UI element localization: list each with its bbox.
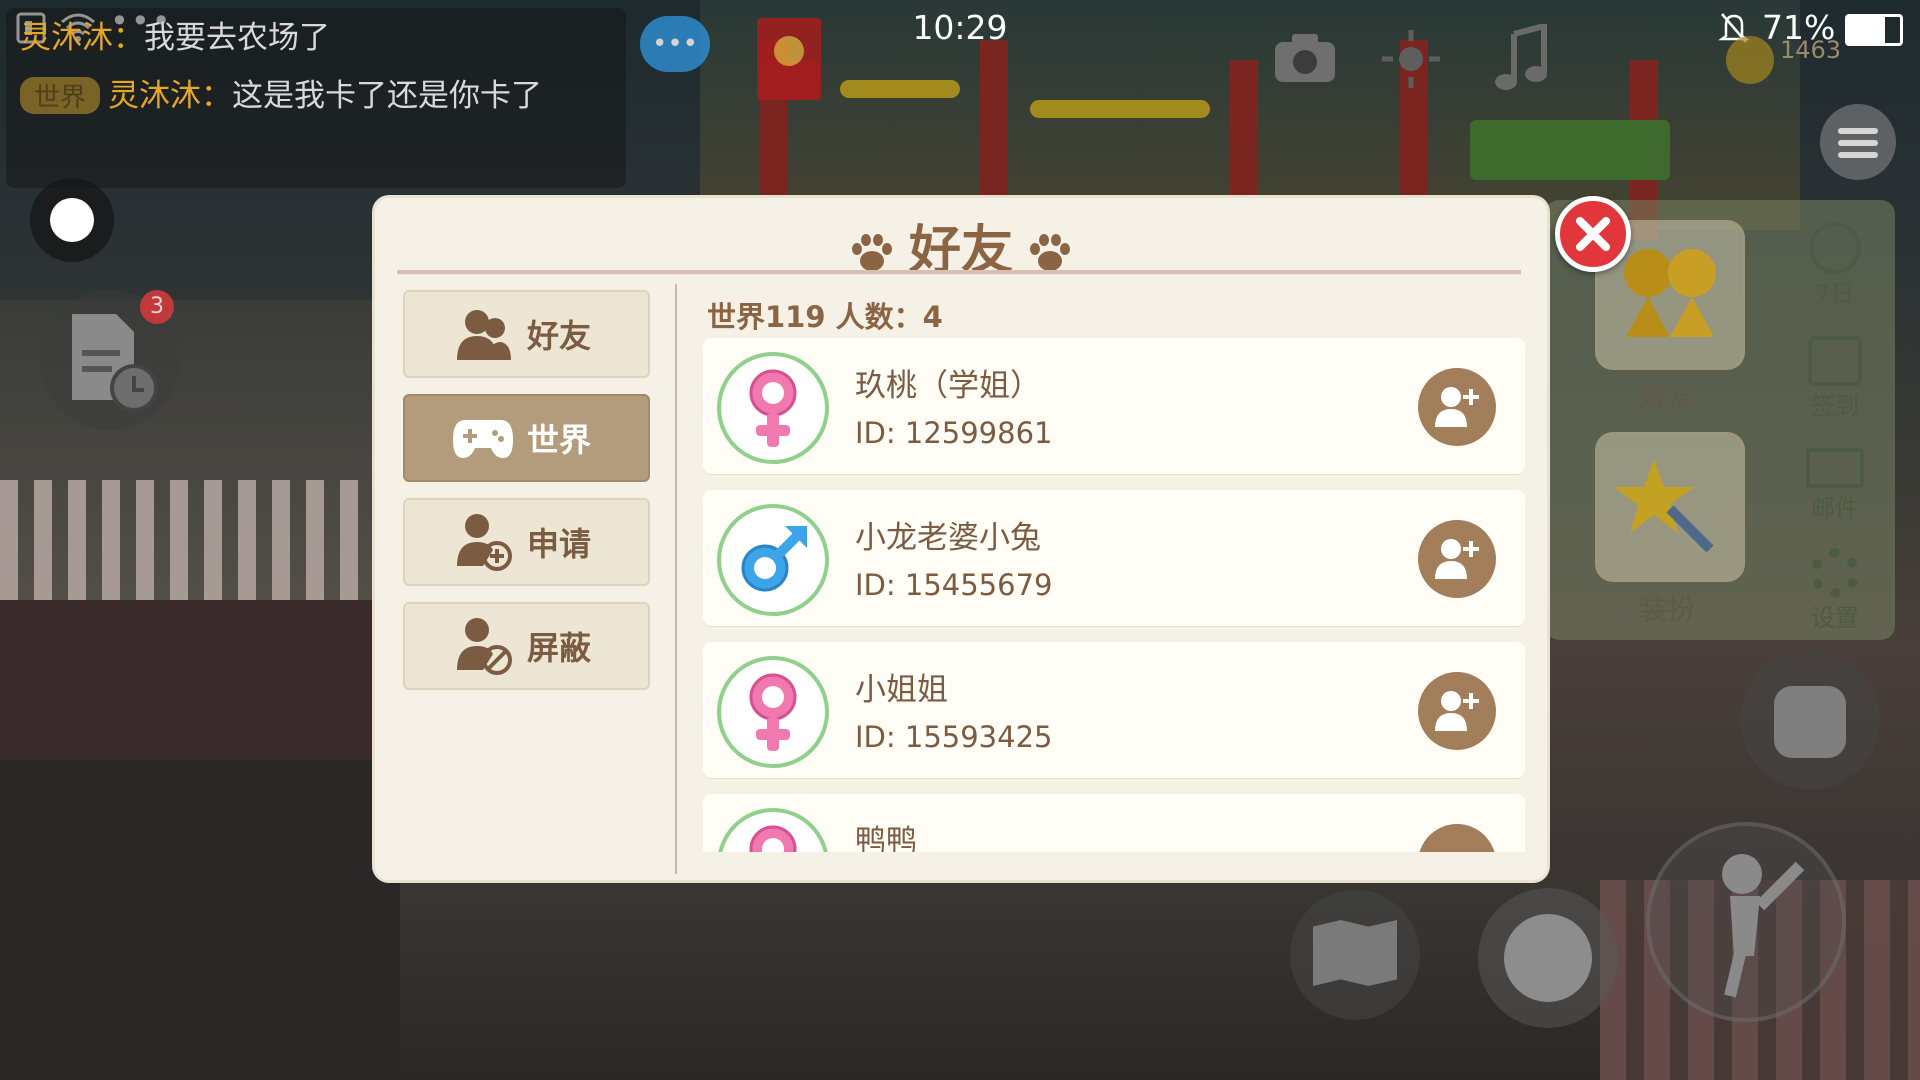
checkin-label: 签到 [1811, 392, 1859, 420]
chat-channel-tag: 世界 [20, 77, 101, 114]
player-id: ID: 12599861 [855, 416, 1053, 450]
map-button[interactable] [1290, 890, 1420, 1020]
tab-blocked-label: 屏蔽 [527, 629, 592, 667]
tab-blocked[interactable]: 屏蔽 [403, 602, 650, 690]
female-symbol-icon [749, 673, 797, 751]
close-icon [1576, 217, 1610, 251]
friends-card-label: 好友 [1638, 381, 1695, 414]
backpack-icon [1774, 686, 1846, 758]
seven-day-icon [1809, 222, 1861, 274]
female-symbol-icon [749, 369, 797, 447]
notification-badge: 3 [140, 290, 174, 324]
add-friend-button[interactable] [1418, 368, 1496, 446]
avatar [717, 504, 829, 616]
chat-bubble-icon[interactable]: ••• [640, 16, 710, 72]
menu-list-icon[interactable] [1820, 104, 1896, 180]
tab-world[interactable]: 世界 [403, 394, 650, 482]
title-divider [397, 270, 1521, 275]
jumping-figure-icon [1722, 854, 1805, 998]
paw-print-icon [851, 234, 892, 271]
jump-button[interactable] [1646, 822, 1846, 1022]
backpack-button[interactable] [1740, 650, 1880, 790]
dressup-card-label: 装扮 [1638, 593, 1695, 626]
add-friend-button[interactable] [1418, 672, 1496, 750]
player-row[interactable]: 小龙老婆小兔 ID: 15455679 [703, 490, 1525, 626]
add-friend-button[interactable] [1418, 824, 1496, 852]
coin-icon [1726, 36, 1774, 84]
seven-day-button[interactable]: 7日 [1780, 222, 1890, 309]
player-id: ID: 15593425 [855, 720, 1053, 754]
chat-panel[interactable]: 灵沐沐：我要去农场了 世界 灵沐沐：这是我卡了还是你卡了 [6, 8, 626, 188]
emote-button[interactable] [1478, 888, 1618, 1028]
male-symbol-icon [741, 526, 807, 592]
friends-figures-icon [1624, 249, 1716, 337]
player-name: 小姐姐 [855, 672, 948, 708]
battery-fill [1848, 17, 1885, 43]
paw-print-icon [1030, 234, 1070, 271]
add-request-icon [443, 512, 523, 572]
calendar-check-icon [1808, 336, 1862, 386]
status-time: 10:29 [912, 8, 1008, 47]
friends-dialog: 好友 好友 世界 申请 屏蔽 世界119 人数：4 玖桃（学姐） ID: 125… [375, 198, 1547, 880]
tab-friends-label: 好友 [527, 317, 592, 355]
player-list[interactable]: 玖桃（学姐） ID: 12599861 小龙老婆小兔 ID: 15455679 … [703, 338, 1525, 852]
tab-requests[interactable]: 申请 [403, 498, 650, 586]
player-name: 玖桃（学姐） [855, 368, 1041, 404]
sidebar-divider [675, 284, 677, 874]
player-name: 小龙老婆小兔 [855, 520, 1041, 556]
record-button[interactable] [30, 178, 114, 262]
add-friend-icon [1435, 387, 1479, 427]
camera-icon[interactable] [1272, 30, 1338, 86]
friends-icon [443, 304, 523, 364]
cat-face-icon [1504, 914, 1592, 1002]
player-row[interactable]: 小姐姐 ID: 15593425 [703, 642, 1525, 778]
player-row[interactable]: 鸭鸭 [703, 794, 1525, 852]
battery-icon [1845, 14, 1903, 46]
block-user-icon [443, 616, 523, 676]
task-list-button[interactable]: 3 [40, 290, 180, 430]
gamepad-icon [443, 408, 523, 468]
settings-label: 设置 [1811, 604, 1859, 632]
dialog-header: 好友 [375, 198, 1547, 281]
gear-icon [1810, 548, 1860, 598]
add-friend-button[interactable] [1418, 520, 1496, 598]
player-name: 鸭鸭 [855, 824, 917, 852]
list-header: 世界119 人数：4 [707, 300, 943, 334]
mail-button[interactable]: 邮件 [1780, 448, 1890, 523]
avatar [717, 808, 829, 852]
avatar [717, 656, 829, 768]
tab-requests-label: 申请 [527, 525, 592, 563]
add-friend-icon [1435, 691, 1479, 731]
chat-sender: 灵沐沐： [20, 20, 144, 56]
dressup-card[interactable] [1595, 432, 1745, 582]
chat-message: 灵沐沐：我要去农场了 [20, 12, 330, 57]
add-friend-icon [1435, 539, 1479, 579]
document-clock-icon [72, 314, 158, 412]
chat-text: 我要去农场了 [144, 20, 330, 56]
avatar [717, 352, 829, 464]
coin-count: 1463 [1780, 36, 1842, 64]
map-icon [1313, 920, 1397, 986]
tab-world-label: 世界 [527, 421, 592, 459]
chat-message: 世界 灵沐沐：这是我卡了还是你卡了 [20, 70, 542, 115]
envelope-icon [1806, 448, 1864, 488]
close-button[interactable] [1555, 196, 1631, 272]
player-row[interactable]: 玖桃（学姐） ID: 12599861 [703, 338, 1525, 474]
sun-brightness-icon[interactable] [1380, 28, 1442, 90]
player-id: ID: 15455679 [855, 568, 1053, 602]
music-note-icon[interactable] [1494, 24, 1550, 92]
settings-button[interactable]: 设置 [1780, 548, 1890, 633]
chat-sender: 灵沐沐： [108, 78, 233, 114]
mail-label: 邮件 [1811, 494, 1859, 522]
chat-text: 这是我卡了还是你卡了 [232, 78, 543, 114]
checkin-button[interactable]: 签到 [1780, 336, 1890, 421]
seven-day-label: 7日 [1815, 280, 1855, 308]
red-envelope-icon[interactable] [757, 18, 821, 100]
magic-wand-icon [1614, 459, 1714, 553]
female-symbol-icon [749, 825, 797, 852]
tab-friends[interactable]: 好友 [403, 290, 650, 378]
